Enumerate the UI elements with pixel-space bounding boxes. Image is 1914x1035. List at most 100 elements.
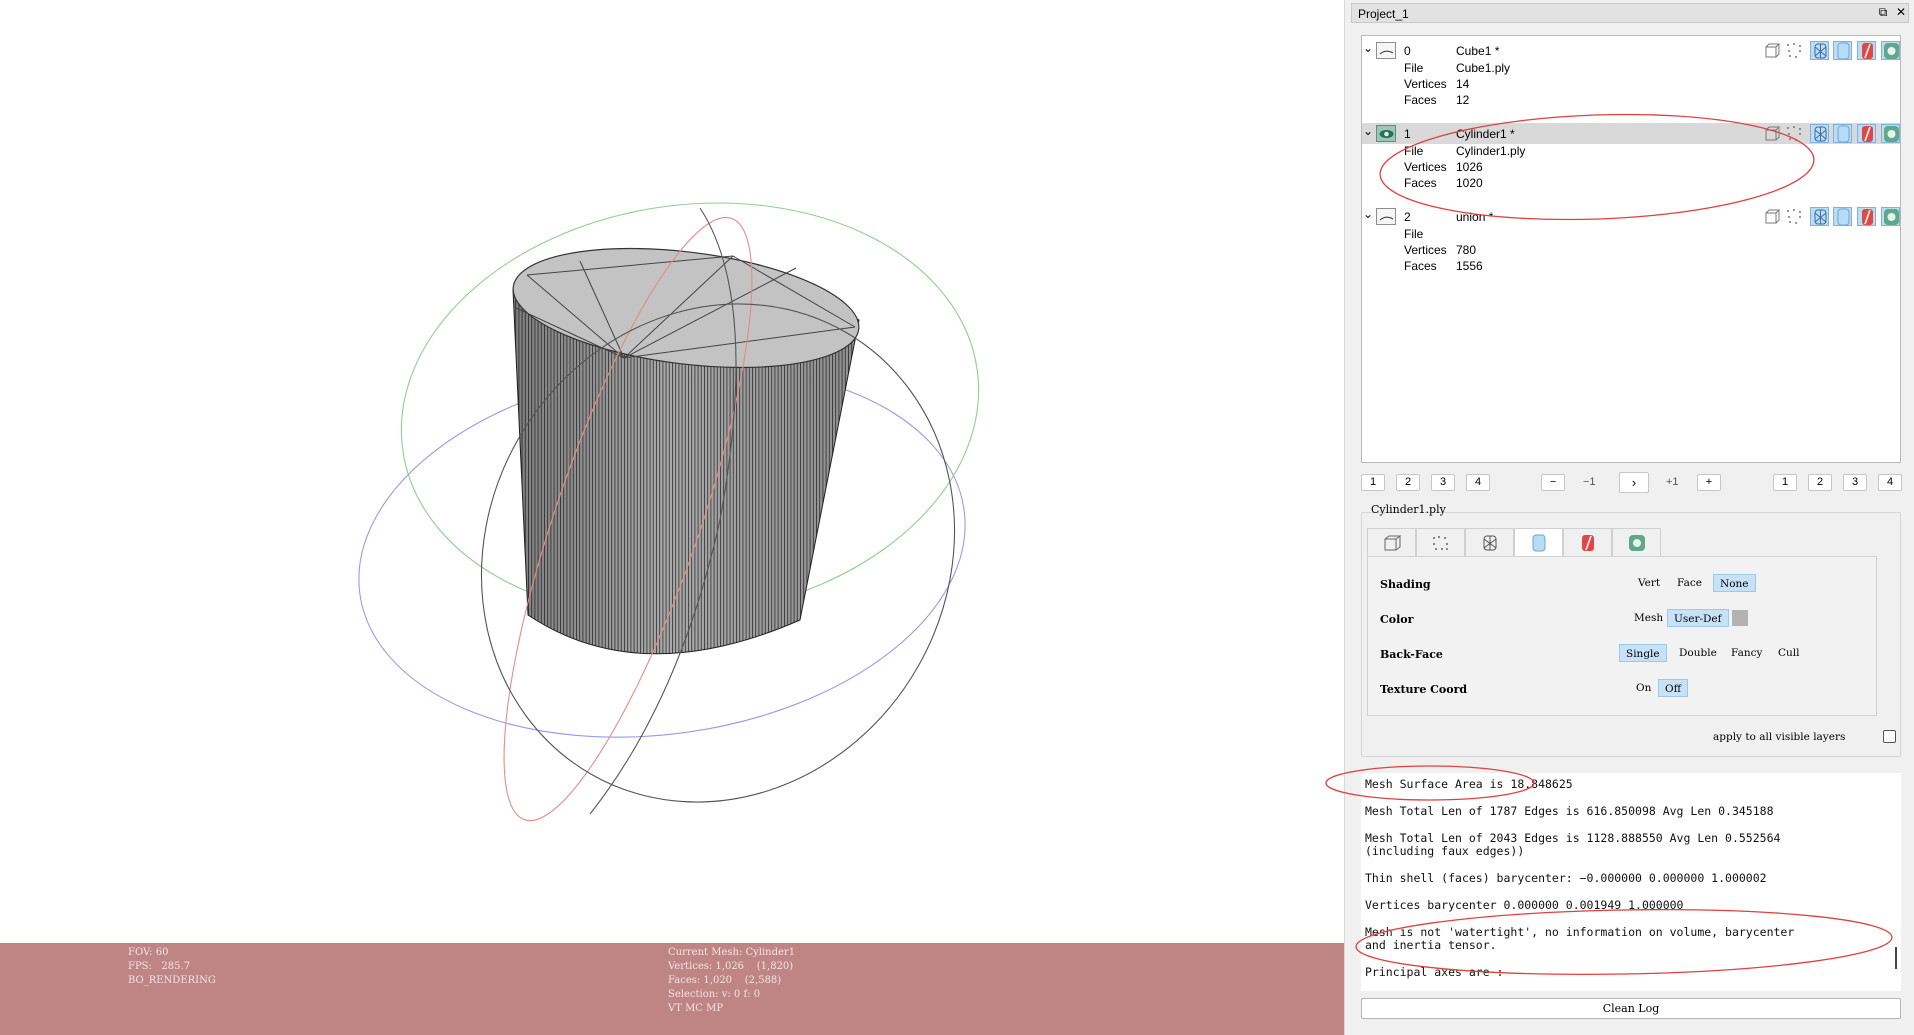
box-icon[interactable] — [1763, 124, 1782, 143]
file-key: File — [1404, 227, 1424, 241]
layer-item[interactable]: ⌄ 1 Cylinder1 * File Cylinder1.ply Vertices 10… — [1362, 123, 1900, 207]
points-icon[interactable] — [1785, 124, 1804, 143]
float-dock-button[interactable]: ⧉ — [1876, 5, 1890, 21]
right-view-2-button[interactable]: 2 — [1808, 474, 1832, 491]
color-icon[interactable] — [1857, 207, 1876, 226]
log-panel[interactable]: Mesh Surface Area is 18.848625 Mesh Tota… — [1361, 773, 1901, 991]
wireframe-icon — [1483, 535, 1497, 551]
solid-icon — [1532, 534, 1546, 552]
texture-icon[interactable] — [1881, 41, 1900, 60]
layer-header[interactable]: ⌄ 0 Cube1 * — [1362, 40, 1900, 61]
right-view-1-button[interactable]: 1 — [1773, 474, 1797, 491]
wireframe-icon[interactable] — [1810, 124, 1829, 143]
scene-canvas[interactable] — [0, 0, 1344, 943]
points-icon[interactable] — [1785, 207, 1804, 226]
points-icon — [1433, 536, 1448, 550]
apply-all-checkbox[interactable] — [1883, 730, 1896, 743]
color-icon[interactable] — [1857, 41, 1876, 60]
chevron-down-icon[interactable]: ⌄ — [1362, 207, 1374, 221]
color-icon[interactable] — [1857, 124, 1876, 143]
tab-color[interactable] — [1563, 528, 1612, 557]
plus-one-label[interactable]: +1 — [1666, 476, 1679, 488]
next-button[interactable]: › — [1619, 472, 1649, 493]
box-icon[interactable] — [1763, 207, 1782, 226]
backface-double-option[interactable]: Double — [1673, 644, 1723, 662]
log-line: Thin shell (faces) barycenter: −0.000000… — [1365, 871, 1767, 885]
layer-item[interactable]: ⌄ 0 Cube1 * File Cube1.ply Vertices 14 Faces 12 — [1362, 40, 1900, 124]
backface-fancy-option[interactable]: Fancy — [1725, 644, 1768, 662]
dock-title: Project_1 — [1358, 7, 1409, 21]
flags-readout: VT MC MP — [668, 1003, 724, 1014]
tab-box[interactable] — [1367, 528, 1416, 557]
render-tabs — [1367, 528, 1875, 557]
left-view-2-button[interactable]: 2 — [1396, 474, 1420, 491]
log-line: Vertices barycenter 0.000000 0.001949 1.… — [1365, 898, 1684, 912]
color-label: Color — [1380, 613, 1414, 626]
file-key: File — [1404, 144, 1424, 158]
texcoord-on-option[interactable]: On — [1630, 679, 1657, 697]
vertices-key: Vertices — [1404, 160, 1447, 174]
layer-header[interactable]: ⌄ 1 Cylinder1 * — [1362, 123, 1900, 144]
solid-icon[interactable] — [1833, 41, 1852, 60]
solid-icon[interactable] — [1833, 207, 1852, 226]
box-icon[interactable] — [1763, 41, 1782, 60]
log-line: (including faux edges)) — [1365, 844, 1525, 858]
chevron-down-icon[interactable]: ⌄ — [1362, 41, 1374, 55]
3d-viewport[interactable]: FOV: 60 FPS: 285.7 BO_RENDERING Current Me… — [0, 0, 1344, 1035]
status-bar: FOV: 60 FPS: 285.7 BO_RENDERING Current Me… — [0, 943, 1344, 1035]
left-view-1-button[interactable]: 1 — [1361, 474, 1385, 491]
visibility-eye-icon[interactable] — [1376, 208, 1396, 225]
points-icon[interactable] — [1785, 41, 1804, 60]
render-panel-title: Cylinder1.ply — [1371, 503, 1446, 516]
color-swatch[interactable] — [1732, 610, 1748, 626]
faces-key: Faces — [1404, 176, 1437, 190]
clean-log-button[interactable]: Clean Log — [1361, 998, 1901, 1019]
selection-readout: Selection: v: 0 f: 0 — [668, 989, 761, 1000]
tab-wireframe[interactable] — [1465, 528, 1514, 557]
tab-solid[interactable] — [1514, 528, 1563, 557]
layer-name: Cube1 * — [1456, 44, 1500, 58]
minus-button[interactable]: − — [1541, 474, 1565, 491]
color-mesh-option[interactable]: Mesh — [1628, 609, 1669, 627]
left-view-3-button[interactable]: 3 — [1431, 474, 1455, 491]
vertices-value: 780 — [1456, 243, 1477, 257]
chevron-down-icon[interactable]: ⌄ — [1362, 124, 1374, 138]
right-view-3-button[interactable]: 3 — [1843, 474, 1867, 491]
faces-key: Faces — [1404, 259, 1437, 273]
solid-icon[interactable] — [1833, 124, 1852, 143]
visibility-eye-icon[interactable] — [1376, 42, 1396, 59]
texture-icon[interactable] — [1881, 207, 1900, 226]
close-dock-button[interactable]: ✕ — [1894, 5, 1908, 21]
shading-face-option[interactable]: Face — [1671, 574, 1708, 592]
file-key: File — [1404, 61, 1424, 75]
layer-item[interactable]: ⌄ 2 union * File Vertices 780 Faces 1556 — [1362, 206, 1900, 290]
layer-id: 2 — [1404, 210, 1411, 224]
shading-none-option[interactable]: None — [1713, 574, 1756, 592]
faces-value: 1556 — [1456, 259, 1483, 273]
wireframe-icon[interactable] — [1810, 207, 1829, 226]
tab-texture[interactable] — [1612, 528, 1661, 557]
shading-vert-option[interactable]: Vert — [1632, 574, 1666, 592]
visibility-eye-icon[interactable] — [1376, 125, 1396, 142]
dock-title-bar[interactable]: Project_1 ⧉ ✕ — [1351, 3, 1909, 23]
right-view-4-button[interactable]: 4 — [1878, 474, 1902, 491]
backface-cull-option[interactable]: Cull — [1772, 644, 1806, 662]
texture-icon[interactable] — [1881, 124, 1900, 143]
texcoord-off-option[interactable]: Off — [1658, 679, 1689, 697]
layer-id: 0 — [1404, 44, 1411, 58]
tab-points[interactable] — [1416, 528, 1465, 557]
layer-header[interactable]: ⌄ 2 union * — [1362, 206, 1900, 227]
wireframe-icon[interactable] — [1810, 41, 1829, 60]
layer-list[interactable]: ⌄ 0 Cube1 * File Cube1.ply Vertices 14 Faces 12 ⌄… — [1361, 35, 1901, 463]
backface-single-option[interactable]: Single — [1619, 644, 1667, 662]
log-line: Principal axes are : — [1365, 965, 1504, 979]
log-scrollbar[interactable] — [1895, 947, 1897, 969]
layer-name: union * — [1456, 210, 1494, 224]
minus-one-label[interactable]: −1 — [1583, 476, 1596, 488]
left-view-4-button[interactable]: 4 — [1466, 474, 1490, 491]
plus-button[interactable]: + — [1697, 474, 1721, 491]
vertices-key: Vertices — [1404, 243, 1447, 257]
color-icon — [1582, 535, 1594, 551]
color-userdef-option[interactable]: User-Def — [1667, 609, 1729, 627]
vertices-value: 1026 — [1456, 160, 1483, 174]
